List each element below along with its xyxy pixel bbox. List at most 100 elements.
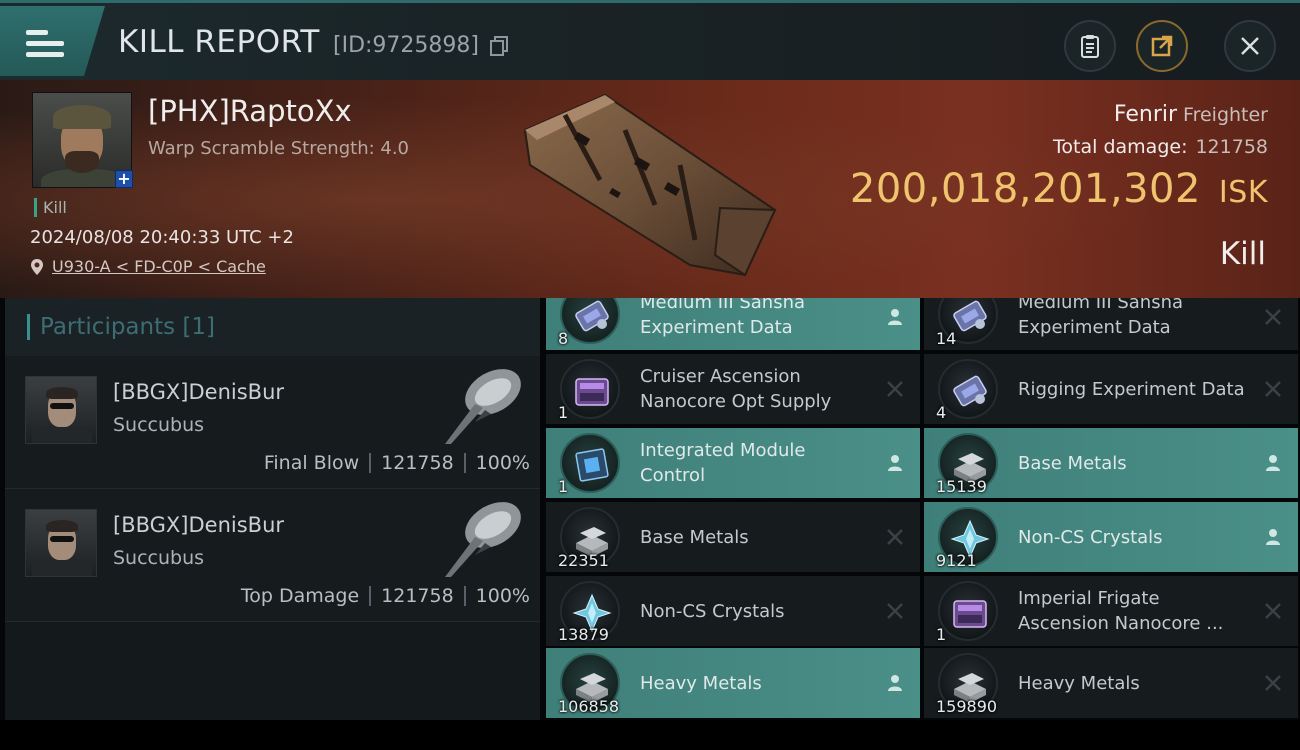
close-button[interactable] (1224, 20, 1276, 72)
participant-name[interactable]: [BBGX]DenisBur (113, 380, 284, 404)
ship-class: Freighter (1183, 104, 1268, 126)
participant-stats: Final Blow 121758 100% (264, 452, 530, 474)
dropped-person-icon (1262, 452, 1284, 474)
isk-value: 200,018,201,302 ISK (850, 166, 1268, 212)
fenrir-ship-image (523, 93, 777, 277)
hamburger-menu-icon (26, 30, 64, 57)
clipboard-icon (1081, 35, 1099, 58)
item-quantity: 106858 (558, 697, 620, 716)
participant-row[interactable]: [BBGX]DenisBur Succubus Final Blow 12175… (5, 356, 540, 489)
report-id: [ID:9725898] (333, 33, 479, 58)
dropped-person-icon (1262, 526, 1284, 548)
victim-name[interactable]: [PHX]RaptoXx (148, 94, 352, 128)
participant-portrait[interactable] (25, 376, 97, 444)
destroyed-cross-icon (884, 526, 906, 548)
kill-datetime: 2024/08/08 20:40:33 UTC +2 (30, 227, 294, 248)
total-damage-value: 121758 (1195, 136, 1268, 158)
cargo-item[interactable]: 106858 Heavy Metals (546, 648, 920, 718)
participants-label: Participants (40, 314, 176, 340)
item-quantity: 1 (936, 625, 947, 644)
item-name: Medium III Sansha Experiment Data (1018, 298, 1184, 338)
participant-percent: 100% (475, 452, 530, 474)
total-damage: Total damage: 121758 (1053, 136, 1268, 158)
participant-ship: Succubus (113, 414, 205, 436)
kill-result: Kill (1219, 236, 1266, 272)
participant-ship: Succubus (113, 547, 205, 569)
item-quantity: 1 (558, 477, 569, 496)
item-name: Integrated Module Control (640, 440, 806, 486)
warp-scramble-strength: Warp Scramble Strength: 4.0 (148, 138, 410, 159)
victim-banner: + [PHX]RaptoXx Warp Scramble Strength: 4… (0, 80, 1300, 298)
total-damage-label: Total damage: (1053, 136, 1188, 158)
succubus-ship-icon (445, 502, 521, 577)
cargo-item[interactable]: 14 Medium III Sansha Experiment Data (924, 298, 1298, 350)
dropped-person-icon (884, 672, 906, 694)
cargo-item[interactable]: 1 Cruiser Ascension Nanocore Opt Supply (546, 354, 920, 424)
destroyed-cross-icon (1262, 306, 1284, 328)
kill-report-header: KILL REPORT [ID:9725898] (0, 0, 1300, 80)
experiment-data-icon (938, 359, 998, 419)
cargo-item[interactable]: 8 Medium III Sansha Experiment Data (546, 298, 920, 350)
ship-name: Fenrir (1113, 102, 1178, 127)
cargo-item[interactable]: 4 Rigging Experiment Data (924, 354, 1298, 424)
dropped-person-icon (884, 306, 906, 328)
location-text[interactable]: U930-A < FD-C0P < Cache (52, 257, 266, 276)
item-quantity: 159890 (936, 697, 998, 716)
item-quantity: 15139 (936, 477, 987, 496)
share-export-icon (1151, 35, 1173, 57)
destroyed-cross-icon (884, 600, 906, 622)
item-quantity: 14 (936, 329, 957, 348)
participant-row[interactable]: [BBGX]DenisBur Succubus Top Damage 12175… (5, 489, 540, 622)
kill-location[interactable]: U930-A < FD-C0P < Cache (30, 257, 266, 276)
copy-icon[interactable] (490, 36, 508, 56)
isk-amount: 200,018,201,302 (849, 166, 1201, 212)
item-quantity: 13879 (558, 625, 609, 644)
destroyed-cross-icon (1262, 672, 1284, 694)
items-grid: 8 Medium III Sansha Experiment Data 14 Medi… (546, 298, 1300, 720)
cargo-item[interactable]: 159890 Heavy Metals (924, 648, 1298, 718)
participant-name[interactable]: [BBGX]DenisBur (113, 513, 284, 537)
share-button[interactable] (1136, 20, 1188, 72)
cargo-item[interactable]: 13879 Non-CS Crystals (546, 576, 920, 646)
participant-portrait[interactable] (25, 509, 97, 577)
dropped-person-icon (884, 452, 906, 474)
nanocore-crate-icon (560, 359, 620, 419)
item-quantity: 22351 (558, 551, 609, 570)
cargo-item[interactable]: 15139 Base Metals (924, 428, 1298, 498)
item-name: Cruiser Ascension Nanocore Opt Supply (640, 366, 832, 412)
victim-ship-type: Fenrir Freighter (1114, 102, 1268, 127)
experiment-data-icon (560, 298, 620, 344)
cargo-item[interactable]: 1 Imperial Frigate Ascension Nanocore ... (924, 576, 1298, 646)
menu-button[interactable] (0, 6, 105, 76)
item-name: Medium III Sansha Experiment Data (640, 298, 806, 338)
page-title: KILL REPORT (118, 24, 320, 60)
succubus-ship-icon (445, 369, 521, 444)
item-name: Base Metals (640, 526, 749, 548)
destroyed-cross-icon (884, 378, 906, 400)
cargo-item[interactable]: 1 Integrated Module Control (546, 428, 920, 498)
participants-panel: Participants [1] [BBGX]DenisBur Succubus… (5, 298, 540, 720)
participant-damage: 121758 (381, 585, 454, 607)
close-icon (1241, 37, 1259, 55)
cargo-item[interactable]: 9121 Non-CS Crystals (924, 502, 1298, 572)
item-quantity: 8 (558, 329, 569, 348)
item-name: Heavy Metals (640, 672, 762, 694)
participant-percent: 100% (475, 585, 530, 607)
participant-role: Top Damage (240, 585, 360, 607)
clipboard-button[interactable] (1064, 20, 1116, 72)
item-quantity: 4 (936, 403, 947, 422)
destroyed-cross-icon (1262, 600, 1284, 622)
item-name: Imperial Frigate Ascension Nanocore ... (1018, 588, 1224, 634)
item-name: Heavy Metals (1018, 672, 1140, 694)
participant-damage: 121758 (381, 452, 454, 474)
corp-badge-icon: + (115, 170, 133, 188)
participant-stats: Top Damage 121758 100% (241, 585, 530, 607)
item-name: Base Metals (1018, 452, 1127, 474)
isk-unit: ISK (1218, 175, 1268, 210)
item-name: Non-CS Crystals (640, 600, 785, 622)
cargo-item[interactable]: 22351 Base Metals (546, 502, 920, 572)
kill-tag: Kill (34, 198, 67, 217)
participants-count: [1] (182, 314, 216, 340)
location-pin-icon (31, 258, 43, 275)
item-quantity: 1 (558, 403, 569, 422)
